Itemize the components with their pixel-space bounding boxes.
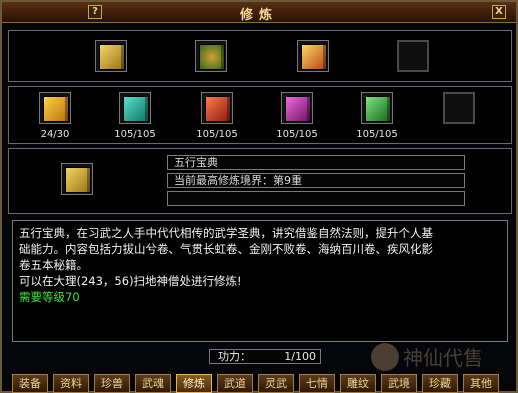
tab-martial-realm[interactable]: 武境 — [381, 374, 417, 393]
top-slot-3[interactable] — [297, 40, 329, 72]
tab-pets[interactable]: 珍兽 — [94, 374, 130, 393]
top-slot-2[interactable] — [195, 40, 227, 72]
book-green-icon — [365, 96, 391, 122]
tab-martial-way[interactable]: 武道 — [217, 374, 253, 393]
power-value: 1/100 — [284, 350, 316, 363]
watermark-text: 神仙代售 — [403, 346, 483, 370]
skill-books-panel: 24/30 105/105 105/105 105/105 105/105 — [8, 86, 512, 144]
close-button[interactable]: X — [492, 5, 506, 19]
skill-book-slot-1[interactable] — [39, 92, 71, 124]
book-yellow-icon — [43, 96, 69, 122]
selected-info-panel: 五行宝典 当前最高修炼境界：第9重 — [8, 148, 512, 214]
description-line-2: 础能力。内容包括力拔山兮卷、气贯长虹卷、金刚不败卷、海纳百川卷、疾风化影 — [19, 242, 433, 256]
tab-martial-soul[interactable]: 武魂 — [135, 374, 171, 393]
book-gold-icon — [65, 167, 91, 193]
power-bar: 功力： 1/100 — [209, 349, 321, 364]
required-level: 需要等级70 — [19, 290, 80, 304]
skill-book-count-3: 105/105 — [196, 129, 238, 140]
skill-book-slot-2[interactable] — [119, 92, 151, 124]
description-location: 可以在大理(243，56)扫地神僧处进行修炼! — [19, 274, 242, 288]
book-purple-icon — [285, 96, 311, 122]
skill-book-count-4: 105/105 — [276, 129, 318, 140]
skill-book-slot-6[interactable] — [443, 92, 475, 124]
power-label: 功力： — [218, 350, 251, 363]
window-title: 修炼 — [239, 8, 278, 23]
skill-book-slot-4[interactable] — [281, 92, 313, 124]
skill-book-count-1: 24/30 — [40, 129, 70, 140]
cultivation-window: ? 修炼 X 24/30 105/105 105/105 105/105 105… — [0, 0, 518, 393]
extra-info-field — [167, 191, 465, 206]
description-box: 五行宝典，在习武之人手中代代相传的武学圣典，讲究借鉴自然法则，提升个人基 础能力… — [12, 220, 508, 342]
tab-profile[interactable]: 资料 — [53, 374, 89, 393]
skill-book-slot-5[interactable] — [361, 92, 393, 124]
watermark-logo: 神仙代售 — [371, 343, 483, 371]
description-line-1: 五行宝典，在习武之人手中代代相传的武学圣典，讲究借鉴自然法则，提升个人基 — [19, 226, 433, 240]
selected-item-name: 五行宝典 — [167, 155, 465, 170]
tab-engraving[interactable]: 雕纹 — [340, 374, 376, 393]
book-fire-icon — [301, 44, 327, 70]
title-bar[interactable]: ? 修炼 X — [2, 2, 516, 23]
top-slot-4[interactable] — [397, 40, 429, 72]
tab-other[interactable]: 其他 — [463, 374, 499, 393]
book-teal-icon — [123, 96, 149, 122]
skill-book-slot-3[interactable] — [201, 92, 233, 124]
description-line-3: 卷五本秘籍。 — [19, 258, 88, 272]
tab-spirit-weapon[interactable]: 灵武 — [258, 374, 294, 393]
selected-item-slot[interactable] — [61, 163, 93, 195]
item-green-icon — [199, 44, 225, 70]
book-gold-icon — [99, 44, 125, 70]
skill-book-count-2: 105/105 — [114, 129, 156, 140]
tab-emotions[interactable]: 七情 — [299, 374, 335, 393]
cultivation-realm-text: 当前最高修炼境界：第9重 — [167, 173, 465, 188]
skill-book-count-5: 105/105 — [356, 129, 398, 140]
tab-collection[interactable]: 珍藏 — [422, 374, 458, 393]
top-slot-1[interactable] — [95, 40, 127, 72]
book-red-icon — [205, 96, 231, 122]
top-items-panel — [8, 30, 512, 82]
tab-equipment[interactable]: 装备 — [12, 374, 48, 393]
tab-cultivation[interactable]: 修炼 — [176, 374, 212, 393]
